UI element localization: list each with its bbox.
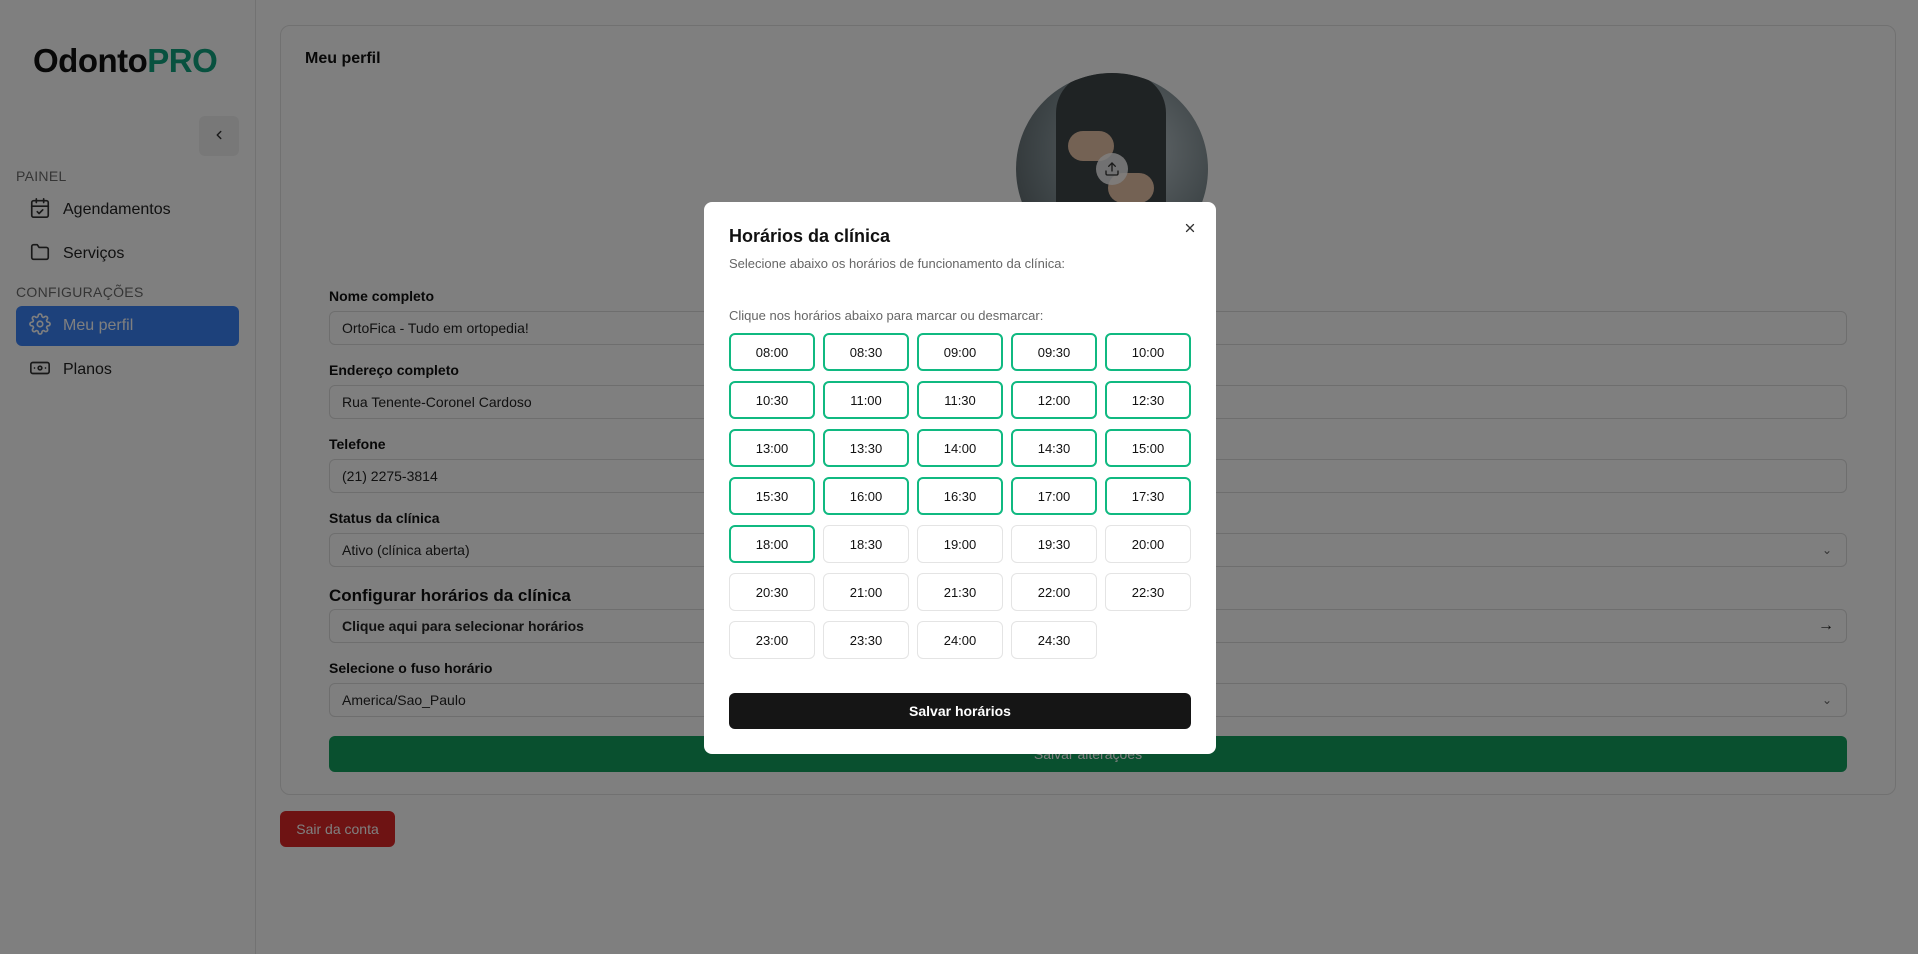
time-slot-button[interactable]: 13:30: [823, 429, 909, 467]
time-slot-button[interactable]: 18:30: [823, 525, 909, 563]
time-slot-button[interactable]: 10:30: [729, 381, 815, 419]
time-slot-button[interactable]: 19:30: [1011, 525, 1097, 563]
time-slot-button[interactable]: 15:30: [729, 477, 815, 515]
time-slot-grid: 08:00 08:30 09:00 09:30 10:00 10:30 11:00 11:30…: [729, 333, 1191, 659]
time-slot-button[interactable]: 19:00: [917, 525, 1003, 563]
time-slot-button[interactable]: 10:00: [1105, 333, 1191, 371]
time-slot-button[interactable]: 20:30: [729, 573, 815, 611]
time-slot-button[interactable]: 08:00: [729, 333, 815, 371]
time-slot-button[interactable]: 11:00: [823, 381, 909, 419]
time-slot-button[interactable]: 23:00: [729, 621, 815, 659]
time-slot-button[interactable]: 15:00: [1105, 429, 1191, 467]
time-slot-button[interactable]: 17:00: [1011, 477, 1097, 515]
time-slot-button[interactable]: 08:30: [823, 333, 909, 371]
time-slot-button[interactable]: 23:30: [823, 621, 909, 659]
time-slot-button[interactable]: 18:00: [729, 525, 815, 563]
time-slot-button[interactable]: 24:30: [1011, 621, 1097, 659]
dialog-description: Selecione abaixo os horários de funciona…: [729, 256, 1066, 271]
time-slot-button[interactable]: 16:00: [823, 477, 909, 515]
time-slot-button[interactable]: 17:30: [1105, 477, 1191, 515]
clinic-hours-dialog: Horários da clínica Selecione abaixo os …: [704, 202, 1216, 754]
time-slot-button[interactable]: 21:00: [823, 573, 909, 611]
dialog-title: Horários da clínica: [729, 226, 891, 246]
time-slot-button[interactable]: 11:30: [917, 381, 1003, 419]
time-slot-button[interactable]: 09:30: [1011, 333, 1097, 371]
time-slot-button[interactable]: 14:30: [1011, 429, 1097, 467]
time-slot-button[interactable]: 14:00: [917, 429, 1003, 467]
time-slot-button[interactable]: 12:30: [1105, 381, 1191, 419]
time-slot-button[interactable]: 24:00: [917, 621, 1003, 659]
time-slot-button[interactable]: 20:00: [1105, 525, 1191, 563]
save-hours-button[interactable]: Salvar horários: [729, 693, 1191, 729]
time-slot-button[interactable]: 12:00: [1011, 381, 1097, 419]
time-slot-button[interactable]: 13:00: [729, 429, 815, 467]
time-slot-button[interactable]: 09:00: [917, 333, 1003, 371]
dialog-hint: Clique nos horários abaixo para marcar o…: [729, 308, 1044, 323]
time-slot-button[interactable]: 16:30: [917, 477, 1003, 515]
close-icon[interactable]: [1180, 218, 1200, 238]
time-slot-button[interactable]: 21:30: [917, 573, 1003, 611]
time-slot-button[interactable]: 22:00: [1011, 573, 1097, 611]
time-slot-button[interactable]: 22:30: [1105, 573, 1191, 611]
